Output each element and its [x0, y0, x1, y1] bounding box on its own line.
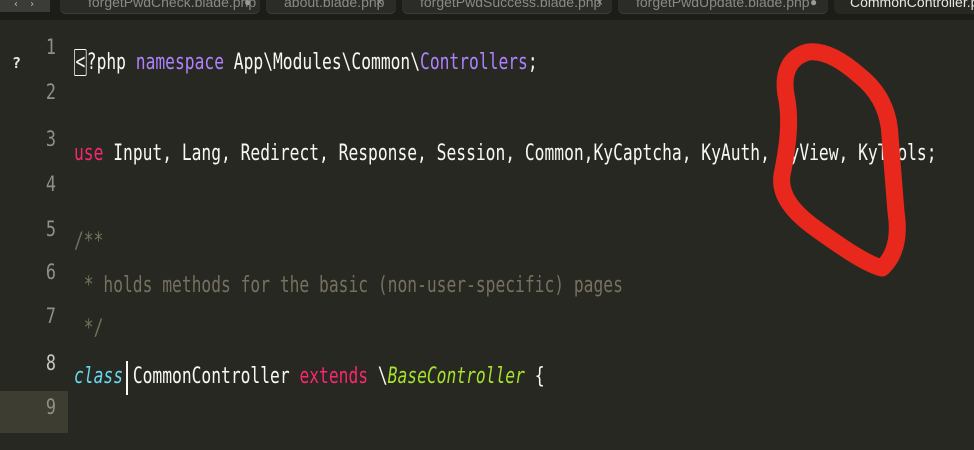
- code-line[interactable]: <?php namespace App\Modules\Common\Contr…: [74, 49, 538, 77]
- code-token: /**: [74, 229, 104, 254]
- tab-label: forgetPwdUpdate.blade.php: [636, 0, 810, 10]
- tab-forgetpwdcheck[interactable]: forgetPwdCheck.blade.php ●: [60, 0, 260, 14]
- code-token: extends: [299, 364, 369, 389]
- code-token: App\Modules\Common\: [224, 50, 421, 75]
- tab-bar: ‹ › forgetPwdCheck.blade.php ● about.bla…: [0, 0, 974, 20]
- tab-commoncontroller[interactable]: CommonController.php: [834, 0, 974, 14]
- code-token: namespace: [135, 50, 225, 75]
- code-token: */: [74, 316, 104, 341]
- code-token: class: [74, 364, 124, 389]
- code-token: ;: [527, 50, 538, 75]
- code-token: Controllers: [420, 50, 528, 75]
- tab-label: forgetPwdSuccess.blade.php: [420, 0, 602, 10]
- code-token: CommonController: [123, 364, 300, 389]
- code-token: BaseController: [387, 364, 525, 389]
- code-token: {: [524, 364, 545, 389]
- tab-label: forgetPwdCheck.blade.php: [88, 0, 257, 10]
- code-token: ?php: [86, 50, 136, 75]
- unsaved-dot-icon[interactable]: ●: [810, 0, 817, 12]
- code-line[interactable]: /**: [74, 228, 103, 256]
- code-line[interactable]: */: [74, 315, 104, 343]
- code-token: <: [74, 49, 87, 76]
- code-token: Input, Lang, Redirect, Response, Session…: [103, 141, 937, 166]
- code-line[interactable]: * holds methods for the basic (non-user-…: [74, 272, 623, 300]
- code-line[interactable]: class CommonController extends \BaseCont…: [74, 363, 545, 391]
- code-token: use: [74, 141, 104, 166]
- unsaved-dot-icon[interactable]: ●: [244, 0, 251, 12]
- tab-label: about.blade.php: [284, 0, 385, 10]
- code-token: \: [368, 364, 388, 389]
- tab-about[interactable]: about.blade.php ×: [266, 0, 396, 14]
- code-area[interactable]: <?php namespace App\Modules\Common\Contr…: [0, 34, 974, 450]
- tab-forgetpwdsuccess[interactable]: forgetPwdSuccess.blade.php ×: [402, 0, 612, 14]
- close-icon[interactable]: ×: [376, 0, 383, 12]
- code-line[interactable]: use Input, Lang, Redirect, Response, Ses…: [74, 140, 937, 168]
- code-token: * holds methods for the basic (non-user-…: [74, 273, 623, 298]
- tab-forgetpwdupdate[interactable]: forgetPwdUpdate.blade.php ●: [618, 0, 828, 14]
- tab-label: CommonController.php: [850, 0, 974, 10]
- tab-nav-arrows[interactable]: ‹ ›: [0, 0, 50, 12]
- text-cursor: [126, 361, 128, 395]
- close-icon[interactable]: ×: [596, 0, 603, 12]
